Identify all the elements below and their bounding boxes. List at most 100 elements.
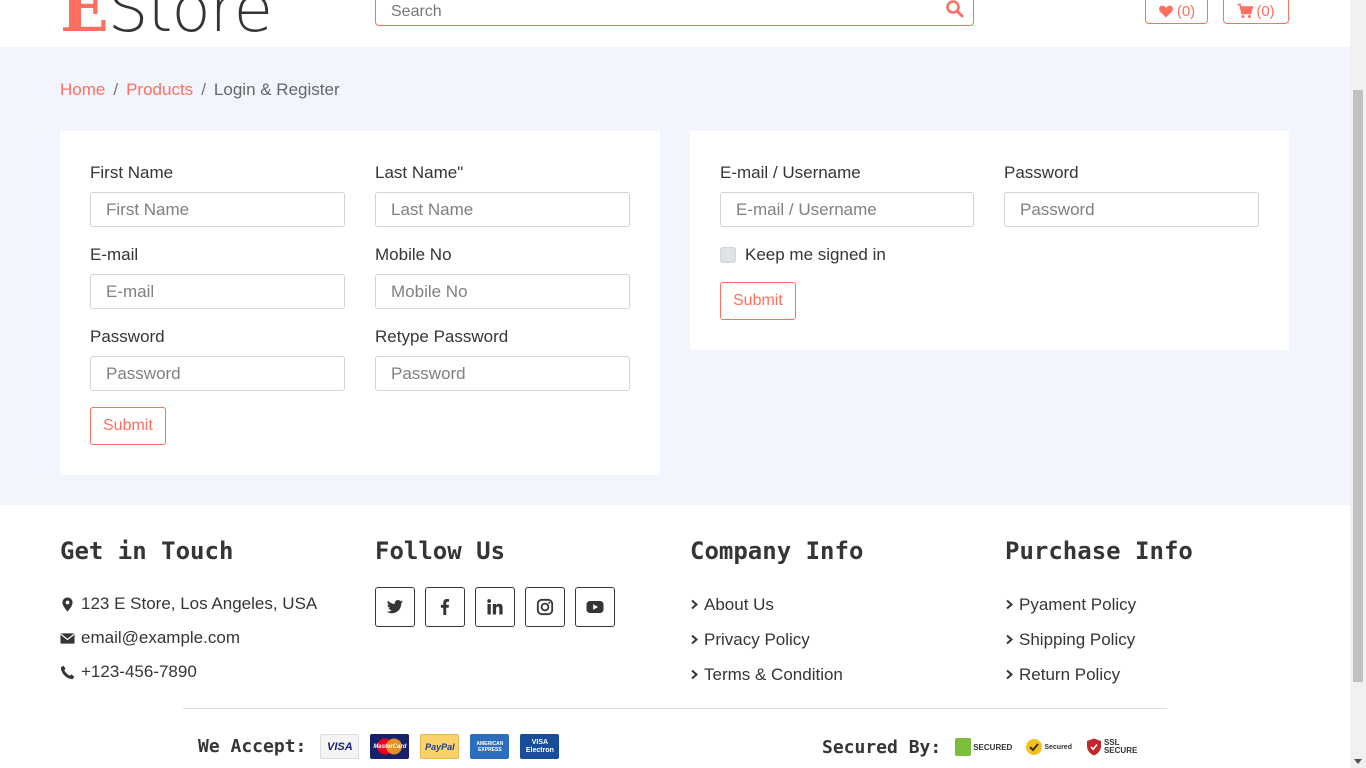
wishlist-count: (0) [1176,2,1196,20]
footer-link-label: Return Policy [1019,664,1121,684]
keep-signed-in-checkbox[interactable] [720,247,736,263]
linkedin-button[interactable] [475,587,515,627]
cart-button[interactable]: (0) [1223,0,1289,24]
search-icon[interactable] [945,0,965,19]
footer-link-label: Shipping Policy [1019,629,1136,649]
first-name-field: First Name [90,164,345,227]
twitter-button[interactable] [375,587,415,627]
footer-company: Company Info About Us Privacy Policy Ter… [690,537,863,692]
first-name-input[interactable] [90,192,345,227]
shield-icon [1086,738,1101,756]
email-label: E-mail [90,245,139,264]
badge-label: SSL SECURE [1103,738,1138,755]
breadcrumb-products[interactable]: Products [126,80,193,100]
shield-icon [955,738,972,756]
instagram-icon [536,598,554,616]
login-email-field: E-mail / Username [720,164,974,227]
email-input[interactable] [90,274,345,309]
amex-card-icon: AMERICAN EXPRESS [470,734,510,759]
footer-address-text: 123 E Store, Los Angeles, USA [81,594,318,613]
badge-label: Secured [1044,743,1072,751]
mobile-field: Mobile No [375,246,630,309]
envelope-icon [60,632,75,644]
instagram-button[interactable] [525,587,565,627]
last-name-field: Last Name" [375,164,630,227]
footer-link-about[interactable]: About Us [690,587,863,622]
main-content: Home / Products / Login & Register First… [0,47,1350,505]
youtube-button[interactable] [575,587,615,627]
mastercard-label: MasterCard [373,743,407,750]
breadcrumb-current: Login & Register [213,80,340,99]
paypal-secured-badge: Secured [1026,734,1072,760]
visa-card-icon: VISA [320,734,360,759]
password-label: Password [90,327,165,346]
breadcrumb-separator: / [201,80,206,99]
breadcrumb-separator: / [113,80,119,99]
chevron-right-icon [691,669,699,680]
footer-link-label: Privacy Policy [704,629,810,649]
facebook-button[interactable] [425,587,465,627]
site-header: EStore (0) (0) [0,0,1350,47]
payment-methods: We Accept: VISA MasterCard PayPal AMERIC… [198,734,570,759]
footer-link-payment[interactable]: Pyament Policy [1005,587,1193,622]
logo-text: Store [107,0,273,47]
footer-link-label: Pyament Policy [1019,594,1137,614]
footer-email-text: email@example.com [81,628,240,647]
breadcrumb-home[interactable]: Home [60,80,105,100]
footer-divider [183,708,1167,709]
footer-link-label: Terms & Condition [704,664,843,684]
register-submit-button[interactable]: Submit [90,407,166,445]
mobile-input[interactable] [375,274,630,309]
wishlist-button[interactable]: (0) [1145,0,1208,24]
register-form: First Name Last Name" E-mail Mobile No P… [60,131,660,475]
badge-label: SECURED [973,742,1013,752]
footer-company-title: Company Info [690,537,864,565]
login-password-input[interactable] [1004,192,1259,227]
scrollbar[interactable] [1350,0,1366,768]
footer-phone-text: +123-456-7890 [81,662,197,681]
paypal-card-icon: PayPal [420,734,460,759]
password-field: Password [90,328,345,391]
login-submit-button[interactable]: Submit [720,282,796,320]
we-accept-label: We Accept: [198,736,307,757]
footer-contact-title: Get in Touch [60,537,234,565]
map-marker-icon [62,596,73,612]
footer-link-label: About Us [704,594,774,614]
login-form: E-mail / Username Password Keep me signe… [690,131,1289,350]
mobile-label: Mobile No [375,245,452,264]
footer-address: 123 E Store, Los Angeles, USA [60,587,317,621]
chevron-right-icon [1006,669,1014,680]
login-email-label: E-mail / Username [720,163,861,182]
footer-link-privacy[interactable]: Privacy Policy [690,622,863,657]
footer-link-return[interactable]: Return Policy [1005,657,1193,692]
phone-icon [60,665,75,679]
search-input[interactable] [376,0,936,25]
login-email-input[interactable] [720,192,974,227]
last-name-label: Last Name" [375,163,464,182]
twitter-icon [386,600,403,614]
retype-password-input[interactable] [375,356,630,391]
footer-link-terms[interactable]: Terms & Condition [690,657,863,692]
password-input[interactable] [90,356,345,391]
footer-contact: Get in Touch 123 E Store, Los Angeles, U… [60,537,317,689]
site-footer: Get in Touch 123 E Store, Los Angeles, U… [0,505,1350,768]
last-name-input[interactable] [375,192,630,227]
youtube-icon [586,601,604,613]
footer-phone: +123-456-7890 [60,655,317,689]
chevron-right-icon [691,634,699,645]
search-bar [375,0,974,26]
retype-password-field: Retype Password [375,328,630,391]
first-name-label: First Name [90,163,174,182]
security-badges: Secured By: SECURED Secured SSL SECURE [822,734,1142,760]
retype-password-label: Retype Password [375,327,509,346]
scroll-down-arrow-icon[interactable] [1354,759,1362,764]
footer-purchase: Purchase Info Pyament Policy Shipping Po… [1005,537,1193,692]
logo[interactable]: EStore [60,0,273,42]
footer-link-shipping[interactable]: Shipping Policy [1005,622,1193,657]
chevron-right-icon [1006,599,1014,610]
keep-signed-in[interactable]: Keep me signed in [720,245,886,265]
scrollbar-thumb[interactable] [1353,90,1363,682]
breadcrumb: Home / Products / Login & Register [60,80,340,100]
social-links [375,587,615,627]
godaddy-secured-badge: SECURED [955,734,1012,760]
